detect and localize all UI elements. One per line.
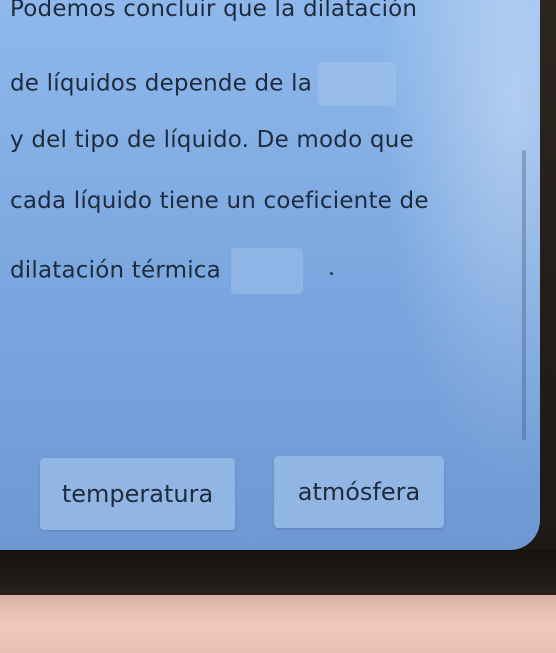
- option-temperatura[interactable]: temperatura: [40, 458, 235, 530]
- photo-of-phone-screen: Podemos concluir que la dilatación de lí…: [0, 0, 556, 653]
- question-line: de líquidos depende de la: [10, 70, 313, 97]
- question-line-with-blank: de líquidos depende de la: [10, 62, 397, 106]
- period-mark: [330, 272, 333, 275]
- question-line-with-blank: dilatación térmica: [10, 248, 303, 294]
- answer-blank-2[interactable]: [230, 248, 303, 294]
- answer-blank-1[interactable]: [318, 62, 397, 106]
- phone-case-edge: [0, 595, 556, 653]
- app-screen: Podemos concluir que la dilatación de lí…: [0, 0, 540, 550]
- question-line: cada líquido tiene un coeficiente de: [10, 188, 429, 214]
- question-line: Podemos concluir que la dilatación: [10, 0, 418, 22]
- option-atmosfera[interactable]: atmósfera: [274, 456, 444, 528]
- question-line: dilatación térmica: [10, 257, 221, 284]
- scrollbar[interactable]: [522, 150, 526, 440]
- question-line: y del tipo de líquido. De modo que: [10, 127, 414, 153]
